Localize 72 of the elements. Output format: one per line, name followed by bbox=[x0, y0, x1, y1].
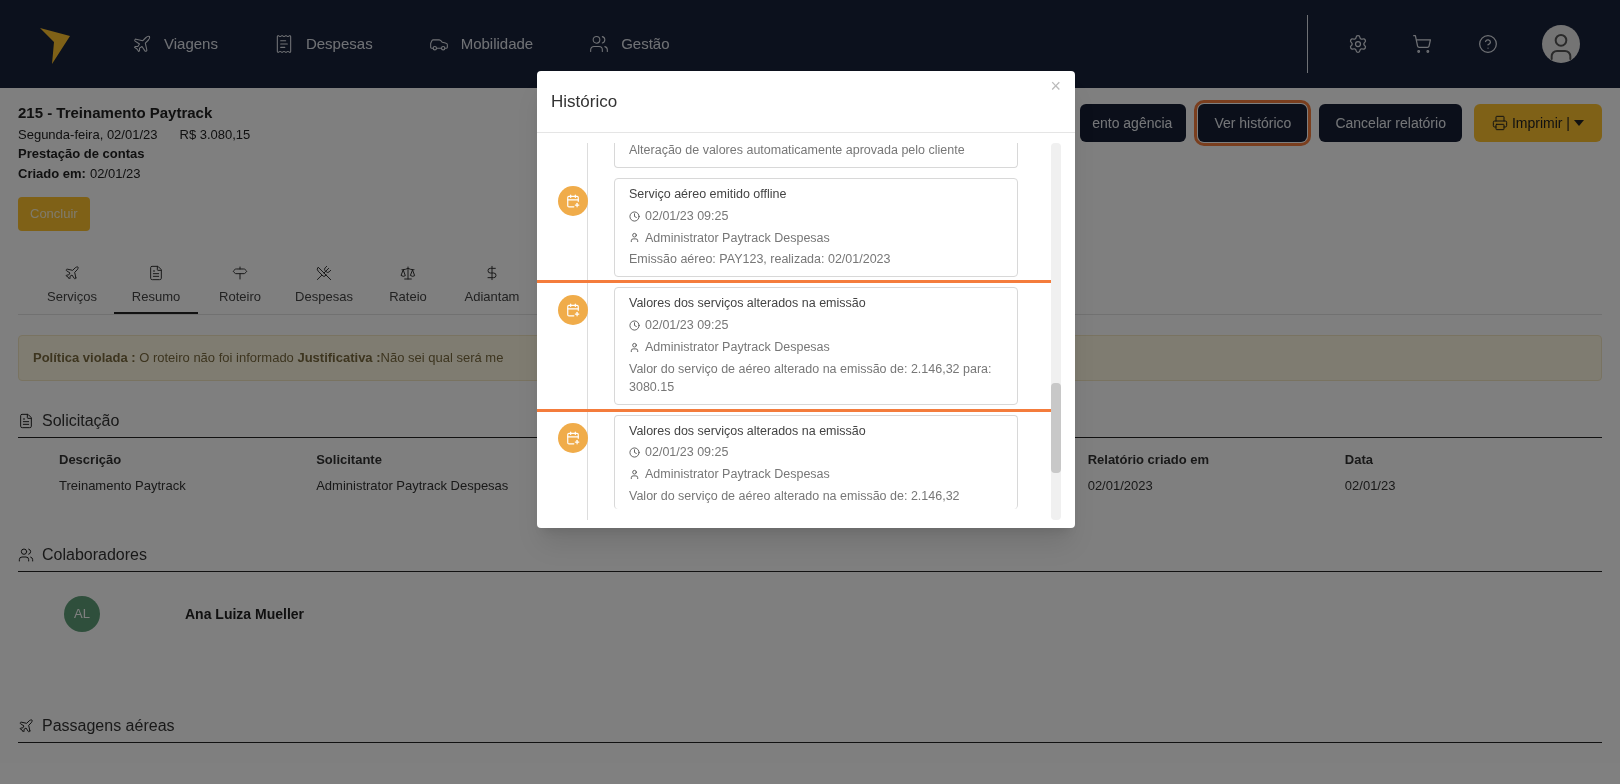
entry-description: Alteração de valores automaticamente aprovada pelo cliente bbox=[629, 143, 966, 159]
print-button[interactable]: Imprimir | bbox=[1473, 104, 1602, 142]
nav-link[interactable]: Mobilidade bbox=[428, 32, 534, 56]
field-label: Descrição bbox=[59, 451, 123, 469]
modal-title: Histórico bbox=[551, 90, 618, 113]
nav-icon bbox=[132, 34, 152, 54]
nav-icon bbox=[589, 34, 610, 54]
nav-link[interactable]: Viagens bbox=[132, 32, 218, 56]
user-icon bbox=[629, 468, 640, 480]
tab-icon bbox=[400, 264, 416, 281]
section-icon bbox=[18, 547, 34, 563]
section-icon bbox=[18, 718, 34, 734]
field-value: Treinamento Paytrack bbox=[59, 476, 187, 495]
user-icon bbox=[629, 232, 640, 244]
entry-time: 02/01/23 09:25 bbox=[645, 317, 729, 334]
clock-icon bbox=[629, 447, 640, 459]
section-title: Colaboradores bbox=[42, 545, 147, 565]
field-label: Data bbox=[1344, 451, 1374, 469]
report-date: Segunda-feira, 02/01/23 bbox=[18, 125, 158, 144]
person-name: Ana Luiza Mueller bbox=[185, 604, 305, 624]
tab[interactable]: Roteiro bbox=[198, 258, 282, 314]
field-label: Relatório criado em bbox=[1087, 451, 1211, 469]
calendar-icon bbox=[565, 430, 580, 445]
entry-time: 02/01/23 09:25 bbox=[645, 207, 729, 225]
tab-icon bbox=[232, 264, 248, 281]
entry-title: Valores dos serviços alterados na emissão bbox=[629, 295, 867, 313]
report-type: Prestação de contas bbox=[18, 145, 146, 163]
created-date: 02/01/23 bbox=[89, 164, 141, 183]
field-label: Solicitante bbox=[316, 451, 383, 469]
entry-description: Emissão aéreo: PAY123, realizada: 02/01/2023 bbox=[629, 251, 892, 269]
entry-description: Valor do serviço de aéreo alterado na emissão de: 2.146,32 bbox=[629, 487, 961, 505]
tab[interactable]: Rateio bbox=[366, 258, 450, 314]
calendar-icon bbox=[565, 194, 580, 208]
scrollbar-thumb[interactable] bbox=[1051, 383, 1061, 473]
clock-icon bbox=[629, 319, 640, 331]
entry-time: 02/01/23 09:25 bbox=[645, 444, 729, 462]
section-title: Solicitação bbox=[42, 411, 120, 431]
caret-icon bbox=[1574, 120, 1584, 126]
tab-icon bbox=[484, 264, 500, 281]
report-title: 215 - Treinamento Paytrack bbox=[18, 103, 214, 123]
user-avatar[interactable] bbox=[1542, 25, 1580, 63]
person-avatar: AL bbox=[64, 596, 100, 632]
calendar-icon bbox=[565, 303, 580, 318]
settings-icon[interactable] bbox=[1348, 34, 1368, 54]
entry-user: Administrator Paytrack Despesas bbox=[645, 229, 830, 247]
action-button[interactable]: ento agência bbox=[1080, 104, 1187, 142]
clock-icon bbox=[629, 210, 640, 222]
action-button[interactable]: Cancelar relatório bbox=[1319, 104, 1462, 142]
report-amount: R$ 3.080,15 bbox=[179, 125, 251, 144]
field-value: Administrator Paytrack Despesas bbox=[316, 476, 510, 495]
entry-user: Administrator Paytrack Despesas bbox=[645, 466, 830, 483]
nav-link[interactable]: Gestão bbox=[589, 32, 670, 56]
tab[interactable]: Despesas bbox=[282, 258, 366, 314]
tab-icon bbox=[64, 264, 80, 281]
section-icon bbox=[18, 413, 34, 429]
entry-title: Serviço aéreo emitido offline bbox=[629, 186, 788, 203]
tab[interactable]: Resumo bbox=[114, 258, 198, 314]
user-icon bbox=[629, 341, 640, 353]
printer-icon bbox=[1491, 115, 1508, 131]
tab[interactable]: Serviços bbox=[30, 258, 114, 314]
entry-user: Administrator Paytrack Despesas bbox=[645, 338, 830, 356]
tab-icon bbox=[316, 264, 332, 281]
nav-link[interactable]: Despesas bbox=[273, 32, 373, 56]
tab[interactable]: Adiantam bbox=[450, 258, 534, 314]
field-value: 02/01/2023 bbox=[1087, 476, 1154, 495]
tab-icon bbox=[148, 264, 164, 281]
entry-title: Valores dos serviços alterados na emissão bbox=[629, 422, 867, 440]
field-value: 02/01/23 bbox=[1344, 476, 1397, 495]
cart-icon[interactable] bbox=[1412, 34, 1432, 54]
help-icon[interactable] bbox=[1478, 34, 1498, 54]
section-title: Passagens aéreas bbox=[42, 716, 175, 736]
created-label: Criado em: bbox=[18, 164, 86, 183]
